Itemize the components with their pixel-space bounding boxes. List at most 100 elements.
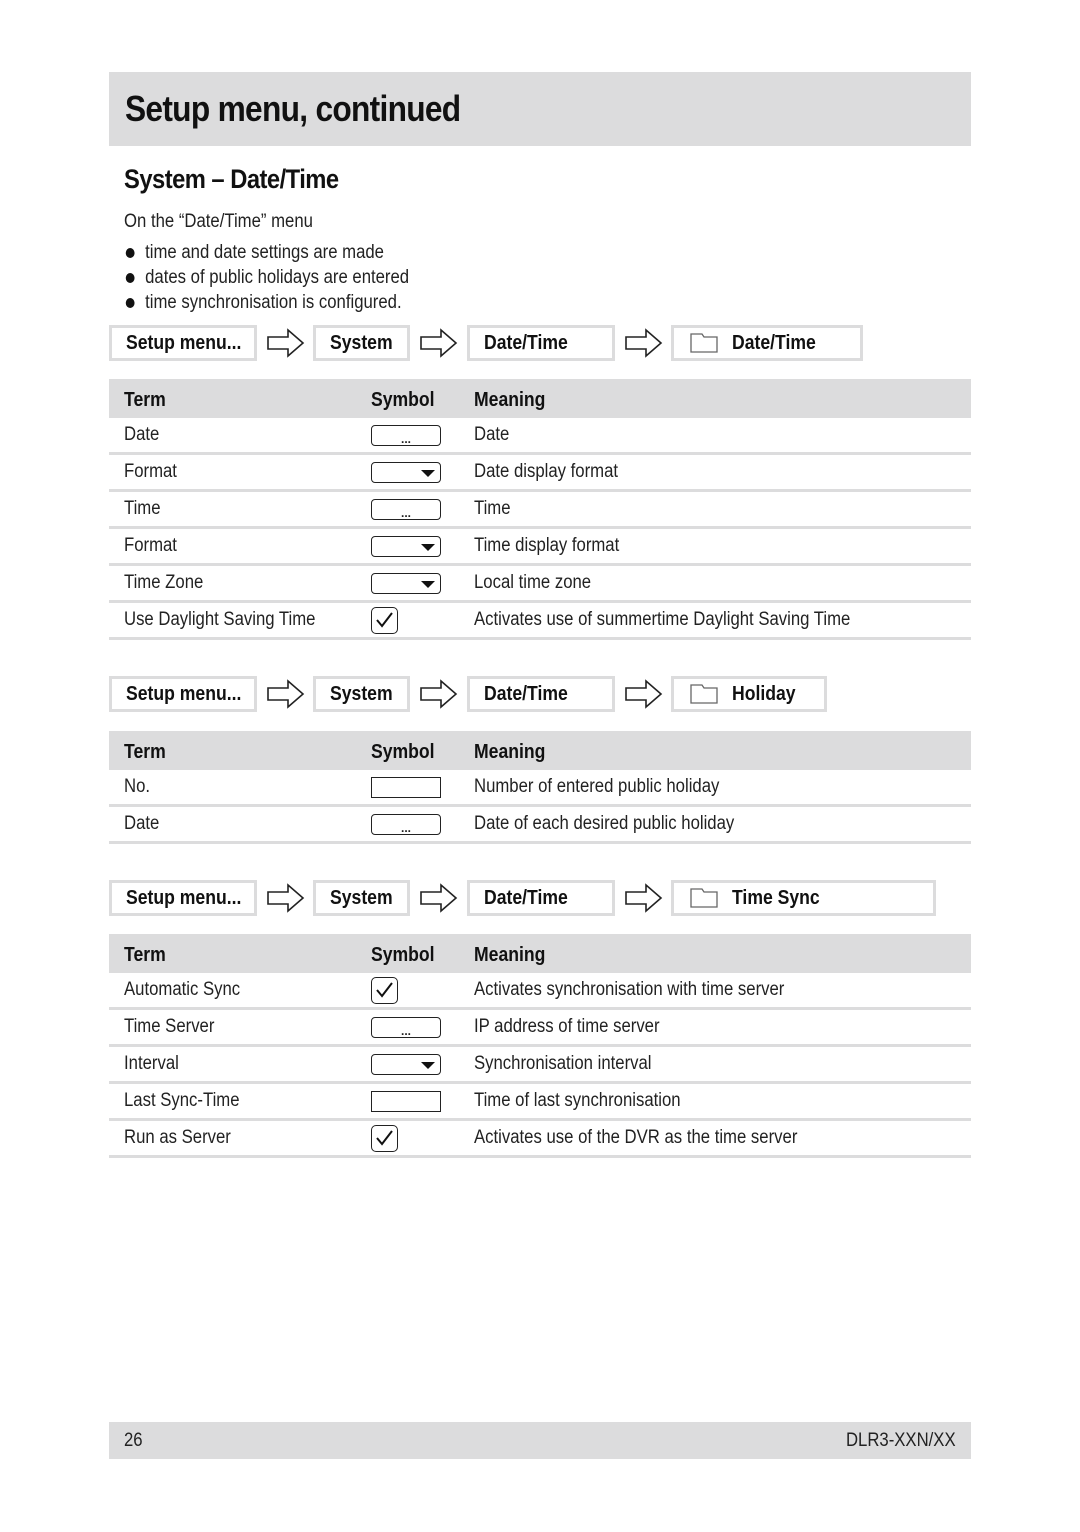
meaning-cell: Time [474,498,511,519]
meaning-cell: Synchronisation interval [474,1053,652,1074]
header-symbol: Symbol [371,389,435,411]
meaning-cell: Local time zone [474,572,592,593]
breadcrumb-item[interactable]: Setup menu... [109,325,257,361]
symbol-cell [371,770,441,804]
page-number: 26 [124,1430,143,1451]
symbol-cell [371,1084,441,1118]
meaning-cell: Activates use of the DVR as the time ser… [474,1127,798,1148]
symbol-cell [371,566,441,600]
header-meaning: Meaning [474,741,546,763]
table-row: Format Date display format [109,455,971,492]
dropdown-icon [371,1053,441,1075]
term-cell: Use Daylight Saving Time [124,609,316,630]
table-row: Time ... Time [109,492,971,529]
table-row: Use Daylight Saving Time Activates use o… [109,603,971,640]
arrow-right-icon [266,679,306,709]
header-term: Term [124,389,166,411]
breadcrumb-item[interactable]: System [313,880,410,916]
table-row: No. Number of entered public holiday [109,770,971,807]
breadcrumb-item[interactable]: Setup menu... [109,880,257,916]
checkbox-checked-icon [371,1124,398,1152]
table-row: Time Server ... IP address of time serve… [109,1010,971,1047]
arrow-right-icon [266,883,306,913]
term-cell: Last Sync-Time [124,1090,240,1111]
ellipsis-input-icon: ... [371,498,441,520]
meaning-cell: Date [474,424,510,445]
term-cell: Time [124,498,161,519]
menu-path: Setup menu... System Date/Time Date/Time [109,325,979,361]
arrow-right-icon [419,883,459,913]
table-row: Interval Synchronisation interval [109,1047,971,1084]
term-cell: Date [124,424,160,445]
symbol-cell [371,455,441,489]
header-meaning: Meaning [474,389,546,411]
bullet-item: dates of public holidays are entered [124,265,409,290]
symbol-cell: ... [371,418,441,452]
meaning-cell: Date of each desired public holiday [474,813,735,834]
header-symbol: Symbol [371,741,435,763]
breadcrumb-item[interactable]: Date/Time [467,880,615,916]
page-footer: 26 DLR3-XXN/XX [109,1422,971,1459]
page-title: Setup menu, continued [125,88,461,129]
settings-table: Term Symbol Meaning No. Number of entere… [109,731,971,844]
arrow-right-icon [624,883,664,913]
folder-icon [690,684,718,704]
meaning-cell: IP address of time server [474,1016,660,1037]
arrow-right-icon [419,328,459,358]
settings-table: Term Symbol Meaning Date ... Date Format… [109,379,971,640]
header-symbol: Symbol [371,944,435,966]
folder-icon [690,888,718,908]
dropdown-icon [371,572,441,594]
term-cell: Time Server [124,1016,215,1037]
arrow-right-icon [419,679,459,709]
breadcrumb-item[interactable]: System [313,676,410,712]
text-field-icon [371,776,441,798]
symbol-cell [371,973,398,1007]
bullet-item: time synchronisation is configured. [124,290,409,315]
table-row: Run as Server Activates use of the DVR a… [109,1121,971,1158]
term-cell: Time Zone [124,572,204,593]
table-row: Time Zone Local time zone [109,566,971,603]
symbol-cell: ... [371,807,441,841]
folder-icon [690,333,718,353]
breadcrumb-target[interactable]: Time Sync [671,880,936,916]
dropdown-icon [371,535,441,557]
meaning-cell: Date display format [474,461,619,482]
table-header: Term Symbol Meaning [109,934,971,973]
breadcrumb-item[interactable]: Date/Time [467,325,615,361]
term-cell: No. [124,776,151,797]
breadcrumb-target[interactable]: Date/Time [671,325,863,361]
dropdown-icon [371,461,441,483]
meaning-cell: Number of entered public holiday [474,776,720,797]
checkbox-checked-icon [371,606,398,634]
term-cell: Format [124,461,177,482]
arrow-right-icon [624,679,664,709]
model-number: DLR3-XXN/XX [846,1430,956,1451]
breadcrumb-item[interactable]: Setup menu... [109,676,257,712]
breadcrumb-item[interactable]: System [313,325,410,361]
meaning-cell: Time of last synchronisation [474,1090,681,1111]
ellipsis-input-icon: ... [371,424,441,446]
symbol-cell: ... [371,492,441,526]
symbol-cell [371,529,441,563]
bullet-item: time and date settings are made [124,240,409,265]
symbol-cell [371,1047,441,1081]
breadcrumb-target[interactable]: Holiday [671,676,827,712]
intro-text: On the “Date/Time” menu [124,211,313,232]
section-title: System – Date/Time [124,164,339,194]
table-row: Last Sync-Time Time of last synchronisat… [109,1084,971,1121]
checkbox-checked-icon [371,976,398,1004]
table-row: Date ... Date of each desired public hol… [109,807,971,844]
table-row: Date ... Date [109,418,971,455]
table-row: Format Time display format [109,529,971,566]
meaning-cell: Activates use of summertime Daylight Sav… [474,609,851,630]
symbol-cell [371,1121,398,1155]
header-term: Term [124,741,166,763]
term-cell: Run as Server [124,1127,231,1148]
menu-path: Setup menu... System Date/Time Time Sync [109,880,979,916]
breadcrumb-item[interactable]: Date/Time [467,676,615,712]
bullet-icon [125,297,135,308]
term-cell: Format [124,535,177,556]
header-term: Term [124,944,166,966]
term-cell: Interval [124,1053,179,1074]
